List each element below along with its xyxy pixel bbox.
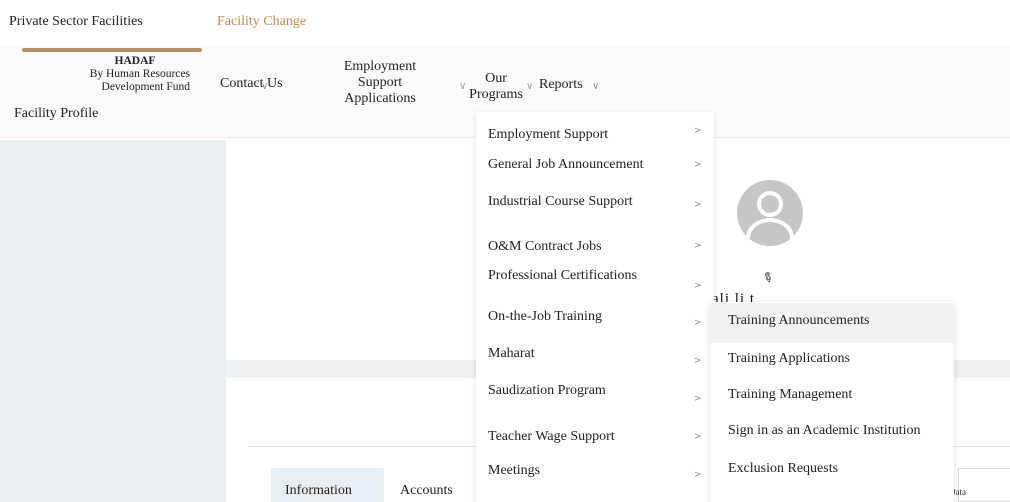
logo-accent-bar [22, 48, 202, 52]
menu-item-on-the-job-training[interactable]: On-the-Job Training [488, 309, 602, 325]
nav-programs-line1: Our [485, 71, 507, 86]
chevron-right-icon: > [694, 160, 702, 170]
menu-item-om-contract-jobs[interactable]: O&M Contract Jobs [488, 239, 602, 255]
nav-our-programs[interactable]: Our Programs [464, 71, 528, 103]
submenu-item-training-management[interactable]: Training Management [728, 387, 852, 403]
top-bar: Private Sector Facilities Facility Chang… [0, 0, 1010, 44]
tab-information[interactable]: Information [271, 468, 384, 502]
menu-item-employment-support[interactable]: Employment Support [488, 127, 608, 143]
chevron-right-icon: > [694, 432, 702, 442]
nav-employment-support-applications[interactable]: Employment Support Applications [340, 59, 420, 107]
nav-employment-line2: Support [357, 75, 403, 90]
chevron-down-icon: ∨ [526, 81, 534, 92]
nav-programs-line2: Programs [469, 87, 523, 102]
chevron-right-icon: > [694, 470, 702, 480]
logo-brand: HADAF [114, 55, 156, 67]
nav-employment-line1: Employment [343, 59, 417, 74]
menu-item-meetings[interactable]: Meetings [488, 463, 540, 479]
chevron-right-icon: > [694, 394, 702, 404]
facility-change-link[interactable]: Facility Change [217, 14, 306, 30]
menu-item-teacher-wage-support[interactable]: Teacher Wage Support [488, 429, 615, 445]
nav-contact-us[interactable]: Contact Us [220, 76, 283, 92]
nav-reports[interactable]: Reports [539, 77, 583, 93]
menu-item-industrial-course-support[interactable]: Industrial Course Support [488, 194, 633, 210]
sidebar [0, 140, 226, 502]
logo-tagline-1: By Human Resources [89, 68, 190, 80]
menu-item-maharat[interactable]: Maharat [488, 346, 535, 362]
tab-accounts[interactable]: Accounts [400, 483, 453, 499]
chevron-down-icon: ∨ [592, 81, 600, 92]
logo-tagline-2: Development Fund [101, 81, 190, 93]
chevron-down-icon: ∨ [261, 81, 269, 92]
facility-profile-link[interactable]: Facility Profile [14, 106, 98, 122]
submenu-item-training-applications[interactable]: Training Applications [728, 351, 850, 367]
chevron-right-icon: > [694, 241, 702, 251]
menu-item-general-job-announcement[interactable]: General Job Announcement [488, 157, 644, 173]
chevron-right-icon: > [694, 200, 702, 210]
chevron-right-icon: > [694, 281, 702, 291]
chevron-right-icon: > [694, 318, 702, 328]
hadaf-logo[interactable]: HADAF By Human Resources Development Fun… [50, 55, 190, 94]
menu-item-professional-certifications[interactable]: Professional Certifications [488, 268, 637, 284]
submenu-item-training-announcements[interactable]: Training Announcements [728, 313, 869, 329]
private-sector-facilities-link[interactable]: Private Sector Facilities [9, 14, 143, 30]
submenu-item-exclusion-requests[interactable]: Exclusion Requests [728, 461, 838, 477]
nav-employment-line3: Applications [344, 91, 416, 106]
menu-item-saudization-program[interactable]: Saudization Program [488, 383, 606, 399]
submenu-item-academic-institution-signin[interactable]: Sign in as an Academic Institution [728, 423, 920, 439]
chevron-right-icon: > [694, 126, 702, 136]
chevron-right-icon: > [694, 356, 702, 366]
avatar-icon[interactable] [737, 180, 803, 246]
